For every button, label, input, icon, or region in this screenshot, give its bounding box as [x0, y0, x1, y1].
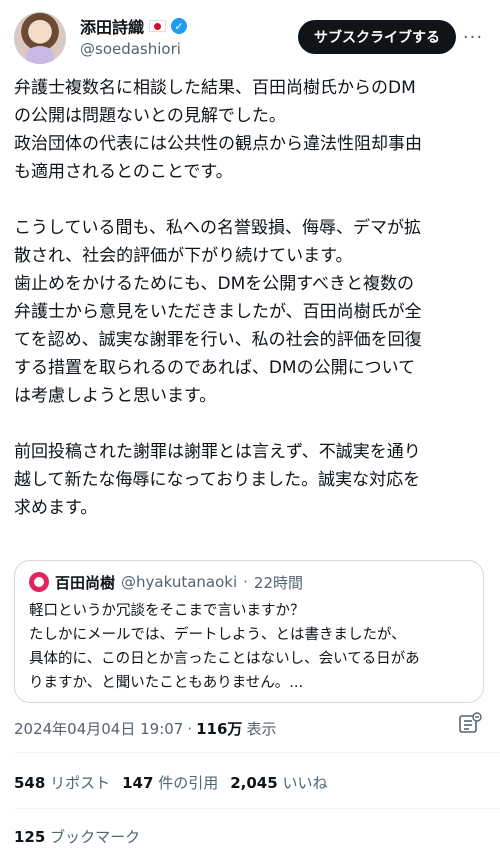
bookmarks-label: ブックマーク — [50, 828, 141, 846]
author-name-row: 添田詩織 ✓ — [80, 14, 188, 38]
post-datetime[interactable]: 2024年04月04日 19:07 — [14, 718, 183, 739]
more-options-icon[interactable]: ··· — [460, 24, 486, 50]
quoted-post[interactable]: 百田尚樹 @hyakutanaoki · 22時間 軽口というか冗談をそこまで言… — [14, 560, 484, 703]
quoted-line: 軽口というか冗談をそこまで言いますか？ — [29, 603, 305, 619]
verified-badge-icon: ✓ — [171, 18, 188, 34]
avatar[interactable] — [14, 12, 66, 64]
reposts-label: リポスト — [50, 774, 111, 792]
quoted-author-handle: @hyakutanaoki — [121, 573, 238, 591]
post-paragraph: こうしている間も、私への名誉毀損、侮辱、デマが拡 散され、社会的評価が下がり続け… — [14, 218, 422, 406]
post-paragraph: 前回投稿された謝罪は謝罪とは言えず、不誠実を通り 越して新たな侮辱になっておりま… — [14, 442, 421, 518]
post-paragraph: 弁護士複数名に相談した結果、百田尚樹氏からのDM の公開は問題ないとの見解でした… — [14, 78, 422, 182]
likes-label: いいね — [282, 774, 328, 792]
quoted-author-name: 百田尚樹 — [55, 573, 116, 592]
likes-count: 2,045 — [230, 774, 278, 792]
quoted-post-text: 軽口というか冗談をそこまで言いますか？ たしかにメールでは、デートしよう、とは書… — [29, 599, 469, 695]
quotes-count: 147 — [122, 774, 154, 792]
grok-analyze-icon[interactable] — [458, 712, 482, 736]
bookmarks-stat[interactable]: 125 ブックマーク — [14, 826, 140, 847]
japan-flag-icon — [149, 20, 167, 32]
likes-stat[interactable]: 2,045 いいね — [230, 772, 327, 793]
quoted-avatar — [29, 572, 49, 592]
reposts-stat[interactable]: 548 リポスト — [14, 772, 110, 793]
meta-separator: · — [187, 719, 193, 738]
divider — [14, 752, 500, 753]
post-text: 弁護士複数名に相談した結果、百田尚樹氏からのDM の公開は問題ないとの見解でした… — [14, 74, 490, 522]
post-header: 添田詩織 ✓ @soedashiori サブスクライブする ··· — [14, 12, 486, 64]
quotes-stat[interactable]: 147 件の引用 — [122, 772, 218, 793]
quoted-separator: · — [243, 573, 248, 591]
bookmarks-count: 125 — [14, 828, 46, 846]
engagement-stats: 548 リポスト 147 件の引用 2,045 いいね — [14, 772, 327, 793]
subscribe-button[interactable]: サブスクライブする — [298, 20, 456, 54]
quoted-time: 22時間 — [253, 573, 304, 592]
divider — [14, 808, 500, 809]
quoted-post-header: 百田尚樹 @hyakutanaoki · 22時間 — [29, 571, 469, 593]
quotes-label: 件の引用 — [158, 774, 219, 792]
view-label: 表示 — [246, 720, 277, 738]
reposts-count: 548 — [14, 774, 46, 792]
quoted-line: りますか、と聞いたこともありません。... — [29, 675, 304, 691]
quoted-line: たしかにメールでは、デートしよう、とは書きましたが、 — [29, 627, 406, 643]
view-count: 116万 — [196, 720, 243, 738]
quoted-line: 具体的に、この日とか言ったことはないし、会いてる日があ — [29, 651, 420, 667]
post-meta: 2024年04月04日 19:07 · 116万 表示 — [14, 718, 276, 739]
author-name[interactable]: 添田詩織 — [80, 14, 144, 38]
author-handle[interactable]: @soedashiori — [80, 40, 181, 58]
